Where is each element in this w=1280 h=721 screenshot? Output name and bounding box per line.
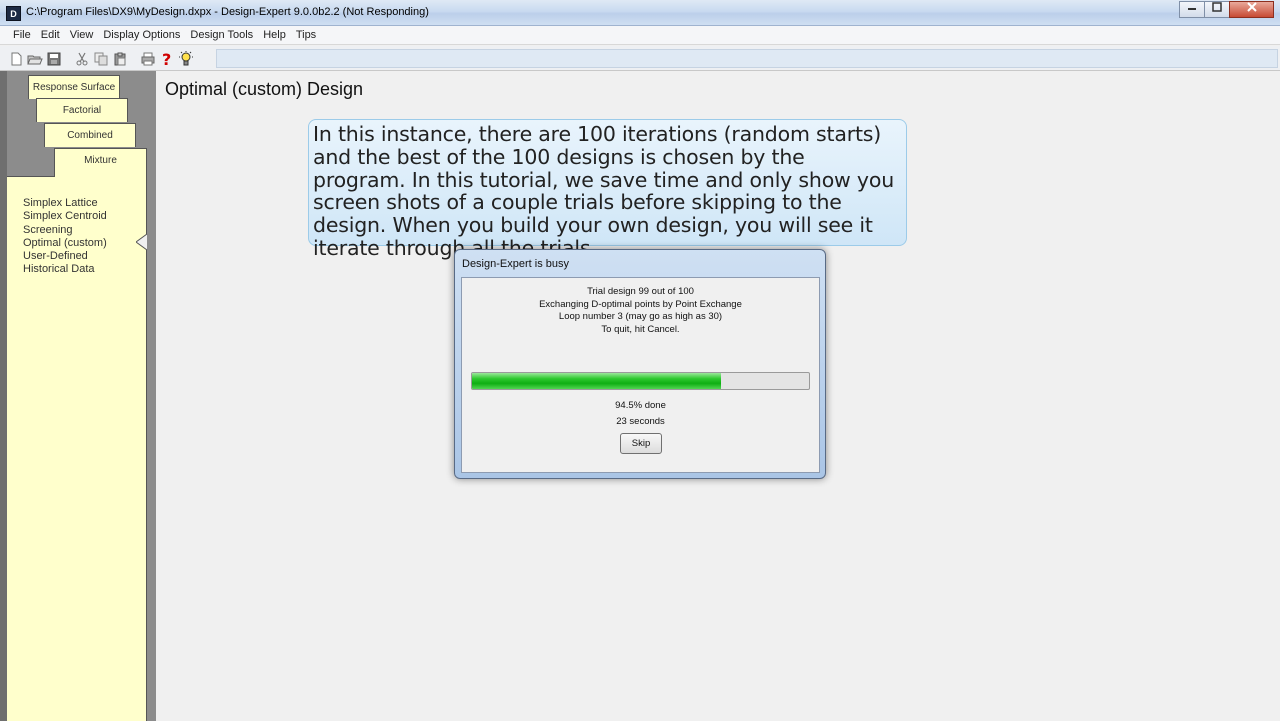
menu-help[interactable]: Help — [258, 29, 291, 41]
menu-edit[interactable]: Edit — [36, 29, 65, 41]
close-button[interactable] — [1229, 1, 1274, 18]
selection-pointer-icon — [136, 234, 148, 250]
elapsed-time: 23 seconds — [616, 416, 665, 427]
trial-status: Trial design 99 out of 100 — [587, 286, 694, 297]
callout-text: In this instance, there are 100 iteratio… — [313, 122, 894, 260]
mixture-design-list: Simplex Lattice Simplex Centroid Screeni… — [23, 197, 107, 277]
toolbar-empty-area — [216, 49, 1278, 68]
window-title: C:\Program Files\DX9\MyDesign.dxpx - Des… — [26, 6, 429, 18]
open-button[interactable] — [27, 51, 43, 67]
help-icon: ? — [162, 51, 171, 67]
save-button[interactable] — [46, 51, 62, 67]
svg-text:?: ? — [162, 51, 171, 67]
help-button[interactable]: ? — [159, 51, 175, 67]
title-bar: D C:\Program Files\DX9\MyDesign.dxpx - D… — [0, 0, 1280, 26]
mixture-options-panel: Simplex Lattice Simplex Centroid Screeni… — [7, 176, 147, 721]
dialog-body: Trial design 99 out of 100 Exchanging D-… — [461, 277, 820, 473]
maximize-icon — [1212, 2, 1222, 12]
progress-bar — [471, 372, 810, 390]
tip-lightbulb-icon — [179, 50, 193, 65]
print-icon — [141, 52, 155, 65]
menu-tips[interactable]: Tips — [291, 29, 321, 41]
list-item-optimal-custom[interactable]: Optimal (custom) — [23, 237, 107, 250]
loop-status: Loop number 3 (may go as high as 30) — [558, 311, 723, 323]
design-type-panel: Response Surface Factorial Combined Mixt… — [0, 71, 156, 721]
menu-bar: File Edit View Display Options Design To… — [0, 26, 1280, 45]
progress-bar-fill — [472, 373, 722, 389]
save-icon — [47, 52, 61, 65]
tab-mixture[interactable]: Mixture — [54, 148, 147, 177]
menu-design-tools[interactable]: Design Tools — [185, 29, 258, 41]
page-title: Optimal (custom) Design — [165, 79, 364, 99]
percent-done: 94.5% done — [615, 400, 666, 411]
new-file-icon — [11, 52, 22, 65]
menu-display-options[interactable]: Display Options — [98, 29, 185, 41]
exchange-status: Exchanging D-optimal points by Point Exc… — [539, 298, 742, 310]
print-button[interactable] — [140, 51, 156, 67]
list-item-historical-data[interactable]: Historical Data — [23, 263, 107, 276]
copy-icon — [94, 52, 108, 65]
toolbar: ? — [0, 46, 1280, 71]
paste-button[interactable] — [112, 51, 128, 67]
dialog-title: Design-Expert is busy — [462, 258, 569, 270]
copy-button[interactable] — [93, 51, 109, 67]
close-icon — [1246, 2, 1257, 12]
tab-combined[interactable]: Combined — [44, 123, 136, 147]
busy-dialog: Design-Expert is busy Trial design 99 ou… — [454, 249, 826, 479]
minimize-icon — [1188, 8, 1196, 10]
list-item-simplex-lattice[interactable]: Simplex Lattice — [23, 197, 107, 210]
minimize-button[interactable] — [1179, 1, 1205, 18]
quit-hint: To quit, hit Cancel. — [601, 323, 680, 335]
paste-icon — [114, 52, 126, 65]
tutorial-callout: In this instance, there are 100 iteratio… — [308, 119, 907, 259]
cut-button[interactable] — [74, 51, 90, 67]
list-item-simplex-centroid[interactable]: Simplex Centroid — [23, 210, 107, 223]
window-controls — [1179, 1, 1274, 18]
main-content: Optimal (custom) Design In this instance… — [156, 71, 1280, 721]
maximize-button[interactable] — [1204, 1, 1230, 18]
design-expert-app-icon[interactable]: D — [6, 6, 21, 21]
cut-icon — [76, 52, 88, 65]
list-item-user-defined[interactable]: User-Defined — [23, 250, 107, 263]
menu-view[interactable]: View — [65, 29, 99, 41]
skip-button[interactable]: Skip — [620, 433, 662, 454]
open-folder-icon — [27, 55, 43, 64]
tips-button[interactable] — [178, 50, 194, 67]
tab-response-surface[interactable]: Response Surface — [28, 75, 120, 99]
list-item-screening[interactable]: Screening — [23, 224, 107, 237]
tab-factorial[interactable]: Factorial — [36, 98, 128, 122]
new-file-button[interactable] — [8, 51, 24, 67]
menu-file[interactable]: File — [8, 29, 36, 41]
